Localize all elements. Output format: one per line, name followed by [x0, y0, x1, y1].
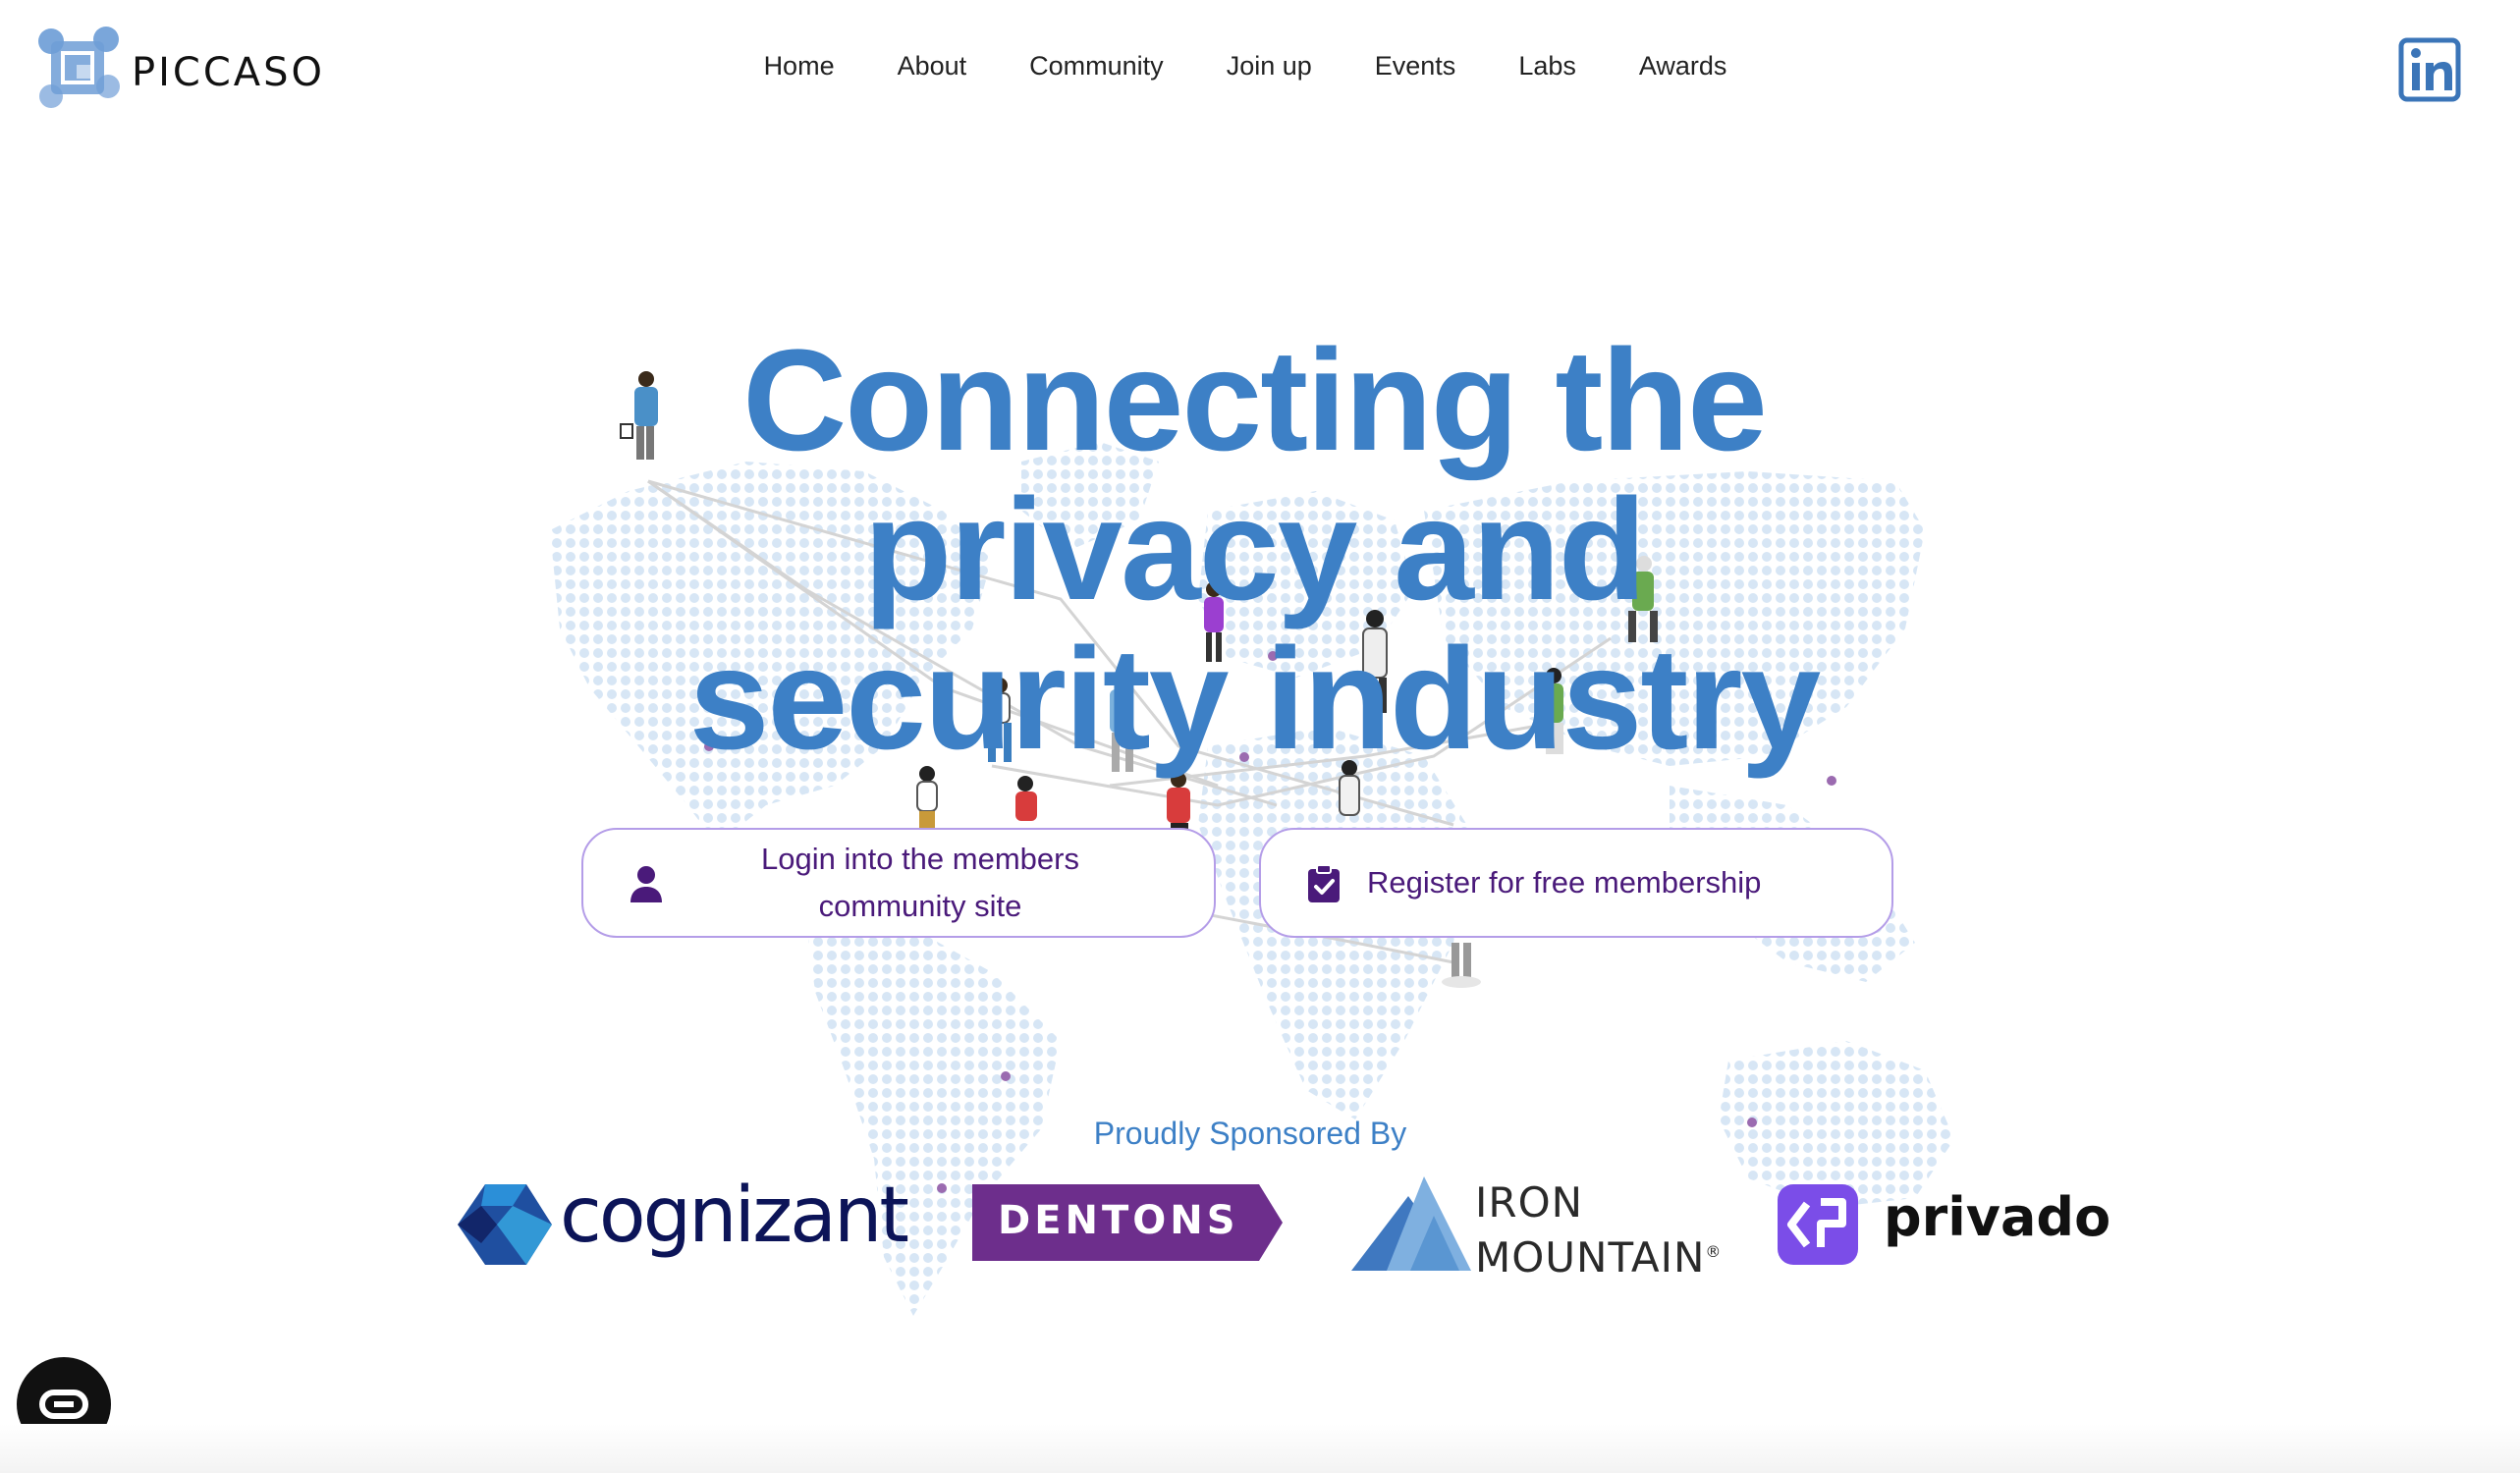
headline-line-3: security industry: [688, 619, 1822, 780]
login-button[interactable]: Login into the members community site: [581, 828, 1216, 938]
sponsor-privado[interactable]: privado: [1884, 1186, 2110, 1248]
hero-headline: Connecting the privacy and security indu…: [0, 326, 2514, 774]
registered-mark: ®: [1705, 1242, 1723, 1261]
person-icon: [630, 866, 662, 902]
sponsor-iron-mountain[interactable]: IRON MOUNTAIN®: [1475, 1178, 1722, 1282]
login-button-label: Login into the members community site: [666, 836, 1214, 930]
sponsor-dentons[interactable]: DENTONS: [972, 1184, 1283, 1261]
cognizant-logo-icon[interactable]: [458, 1184, 552, 1265]
privado-logo-icon[interactable]: [1778, 1184, 1858, 1265]
login-label-line-1: Login into the members: [761, 842, 1079, 876]
linkedin-icon[interactable]: [2398, 37, 2461, 102]
nav-home[interactable]: Home: [733, 51, 866, 82]
nav-about[interactable]: About: [866, 51, 999, 82]
page-bottom-edge: [0, 1424, 2520, 1473]
iron-mountain-logo-icon[interactable]: [1351, 1176, 1471, 1271]
main-nav: Home About Community Join up Events Labs…: [0, 51, 2520, 82]
sponsor-cognizant[interactable]: cognizant: [560, 1172, 909, 1260]
iron-mountain-line-1: IRON: [1475, 1178, 1584, 1227]
headline-line-1: Connecting the: [742, 320, 1768, 481]
nav-community[interactable]: Community: [998, 51, 1195, 82]
nav-join-up[interactable]: Join up: [1195, 51, 1343, 82]
nav-awards[interactable]: Awards: [1608, 51, 1759, 82]
sponsors-heading: Proudly Sponsored By: [1093, 1116, 1407, 1151]
nav-events[interactable]: Events: [1343, 51, 1488, 82]
clipboard-check-icon: [1308, 864, 1340, 902]
dentons-text: DENTONS: [998, 1198, 1239, 1243]
register-button[interactable]: Register for free membership: [1259, 828, 1893, 938]
iron-mountain-line-2: MOUNTAIN: [1475, 1233, 1706, 1282]
login-label-line-2: community site: [818, 889, 1022, 923]
register-button-label: Register for free membership: [1367, 865, 1762, 900]
hero: Connecting the privacy and security indu…: [0, 326, 2520, 774]
headline-line-2: privacy and: [863, 469, 1646, 630]
nav-labs[interactable]: Labs: [1487, 51, 1608, 82]
